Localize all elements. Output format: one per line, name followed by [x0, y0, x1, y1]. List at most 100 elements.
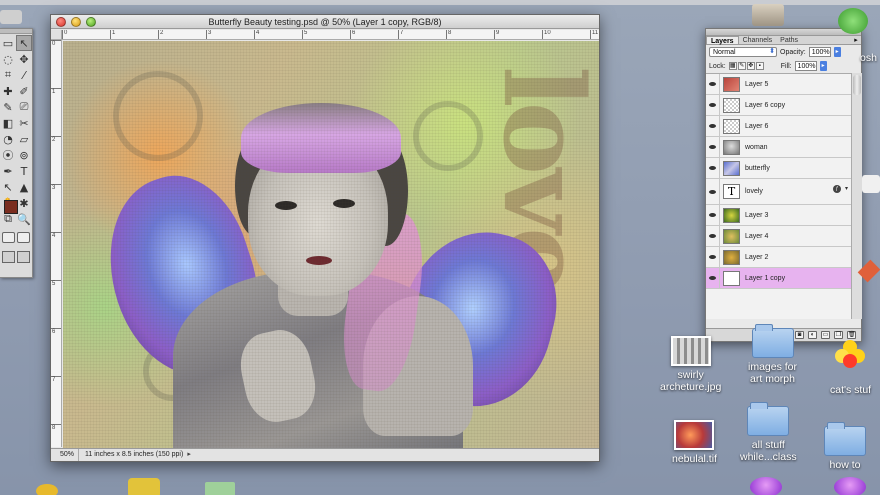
layer-row[interactable]: Layer 1 copy — [706, 268, 851, 289]
tool-button[interactable]: ◌ — [0, 51, 16, 67]
opacity-field[interactable]: 100% — [808, 47, 831, 57]
lock-pixels-icon[interactable]: ✎ — [737, 62, 746, 70]
layer-visibility-toggle[interactable] — [706, 137, 720, 157]
screen-mode-button[interactable] — [2, 251, 15, 263]
layer-row[interactable]: Layer 3 — [706, 205, 851, 226]
document-titlebar[interactable]: Butterfly Beauty testing.psd @ 50% (Laye… — [51, 15, 599, 29]
standard-mode-button[interactable] — [2, 232, 15, 243]
layers-panel-titlebar[interactable] — [706, 29, 861, 36]
dock-icon[interactable] — [834, 477, 866, 495]
eye-icon — [709, 166, 716, 170]
fill-slider-icon[interactable]: ▸ — [819, 61, 827, 71]
desktop-icon-partial[interactable] — [862, 175, 880, 193]
foreground-color-swatch[interactable] — [4, 200, 18, 214]
dock-icon[interactable] — [36, 484, 58, 495]
tool-button[interactable]: ✐ — [16, 83, 32, 99]
dock-icon[interactable] — [205, 482, 235, 495]
desktop-item-images-for-art-morph[interactable]: images for art morph — [748, 324, 797, 385]
tool-button[interactable]: ✥ — [16, 51, 32, 67]
desktop-item-all-stuff-while-class[interactable]: all stuff while...class — [740, 402, 797, 463]
layer-row[interactable]: woman — [706, 137, 851, 158]
adjustment-layer-icon[interactable]: ◐ — [808, 331, 817, 339]
desktop-item-nebulal[interactable]: nebulal.tif — [672, 420, 717, 465]
tab-paths[interactable]: Paths — [776, 36, 802, 44]
tool-button[interactable]: ✚ — [0, 83, 16, 99]
layer-visibility-toggle[interactable] — [706, 268, 720, 288]
zoom-button[interactable] — [86, 17, 96, 27]
layer-visibility-toggle[interactable] — [706, 226, 720, 246]
layer-visibility-toggle[interactable] — [706, 74, 720, 94]
tool-button[interactable]: ⊚ — [16, 147, 32, 163]
layer-list-scrollbar[interactable] — [851, 73, 862, 319]
expand-effects-icon[interactable]: ▾ — [845, 185, 848, 192]
layer-visibility-toggle[interactable] — [706, 179, 720, 204]
desktop-image-icon-partial[interactable] — [752, 4, 784, 26]
tab-layers[interactable]: Layers — [706, 36, 739, 45]
layer-effects-icon[interactable]: ƒ — [833, 185, 841, 193]
layer-row[interactable]: Layer 5 — [706, 74, 851, 95]
layer-row[interactable]: Layer 4 — [706, 226, 851, 247]
layer-row[interactable]: butterfly — [706, 158, 851, 179]
tool-button[interactable]: ◧ — [0, 115, 16, 131]
tool-button[interactable]: 🔍 — [16, 211, 32, 227]
layer-visibility-toggle[interactable] — [706, 95, 720, 115]
fill-field[interactable]: 100% — [794, 61, 817, 71]
tool-button[interactable]: ↖ — [16, 35, 32, 51]
eye-icon — [709, 255, 716, 259]
tab-channels[interactable]: Channels — [739, 36, 777, 44]
new-layer-icon[interactable]: ❐ — [834, 331, 843, 339]
lock-position-icon[interactable]: ✥ — [746, 62, 755, 70]
tool-button[interactable]: ⦿ — [0, 147, 16, 163]
layer-row[interactable]: Layer 6 — [706, 116, 851, 137]
layer-visibility-toggle[interactable] — [706, 205, 720, 225]
blend-mode-select[interactable]: Normal — [709, 47, 777, 57]
tool-button[interactable]: ↖ — [0, 179, 16, 195]
vertical-ruler[interactable]: 0 1 2 3 4 5 6 7 8 — [51, 40, 62, 447]
desktop-item-how-to[interactable]: how to — [824, 422, 866, 471]
image-canvas[interactable]: love — [63, 41, 599, 449]
lock-all-icon[interactable]: ▪ — [755, 62, 764, 70]
layer-name: butterfly — [745, 164, 770, 172]
jump-to-button[interactable] — [17, 251, 30, 263]
scroll-thumb[interactable] — [853, 75, 861, 95]
layer-thumbnail — [723, 160, 740, 176]
delete-layer-icon[interactable]: 🗑 — [847, 331, 856, 339]
tool-button[interactable]: ▲ — [16, 179, 32, 195]
zoom-level[interactable]: 50% — [51, 449, 79, 461]
opacity-slider-icon[interactable]: ▸ — [833, 47, 841, 57]
close-button[interactable] — [56, 17, 66, 27]
tool-button[interactable]: ⁄ — [16, 67, 32, 83]
tool-button[interactable]: T — [16, 163, 32, 179]
horizontal-ruler[interactable]: 0 1 2 3 4 5 6 7 8 9 10 11 — [62, 30, 599, 40]
new-group-icon[interactable]: ▭ — [821, 331, 830, 339]
dock-icon[interactable] — [750, 477, 782, 495]
desktop-item-partial[interactable]: osh — [860, 52, 877, 64]
layer-visibility-toggle[interactable] — [706, 158, 720, 178]
panel-menu-icon[interactable]: ▸ — [851, 36, 861, 44]
tool-button[interactable]: ◔ — [0, 131, 16, 147]
tool-button[interactable]: ✒ — [0, 163, 16, 179]
layer-row[interactable]: Tlovely ƒ ▾ — [706, 179, 851, 205]
lock-transparency-icon[interactable]: ▦ — [728, 62, 737, 70]
layer-row[interactable]: Layer 2 — [706, 247, 851, 268]
minimize-button[interactable] — [71, 17, 81, 27]
tool-button[interactable]: ⎚ — [16, 99, 32, 115]
tool-button[interactable]: ▭ — [0, 35, 16, 51]
tool-button[interactable]: ⌗ — [0, 67, 16, 83]
desktop-item-swirly-archeture[interactable]: swirly archeture.jpg — [660, 336, 721, 393]
tool-button[interactable]: ✂ — [16, 115, 32, 131]
document-info[interactable]: 11 inches x 8.5 inches (150 ppi) — [79, 449, 183, 461]
desktop-icon-partial[interactable] — [838, 8, 868, 34]
desktop-item-cats-stuf[interactable]: cat's stuf — [830, 340, 871, 396]
tool-button[interactable]: ✱ — [16, 195, 32, 211]
tool-button[interactable]: ✎ — [0, 99, 16, 115]
dock-icon[interactable] — [128, 478, 160, 495]
desktop-icon-partial[interactable] — [0, 10, 22, 24]
layer-row[interactable]: Layer 6 copy — [706, 95, 851, 116]
layer-visibility-toggle[interactable] — [706, 247, 720, 267]
quick-mask-button[interactable] — [17, 232, 30, 243]
tool-button[interactable]: ▱ — [16, 131, 32, 147]
ruler-origin[interactable] — [51, 30, 62, 40]
layer-visibility-toggle[interactable] — [706, 116, 720, 136]
status-menu-arrow-icon[interactable]: ▸ — [187, 449, 191, 461]
